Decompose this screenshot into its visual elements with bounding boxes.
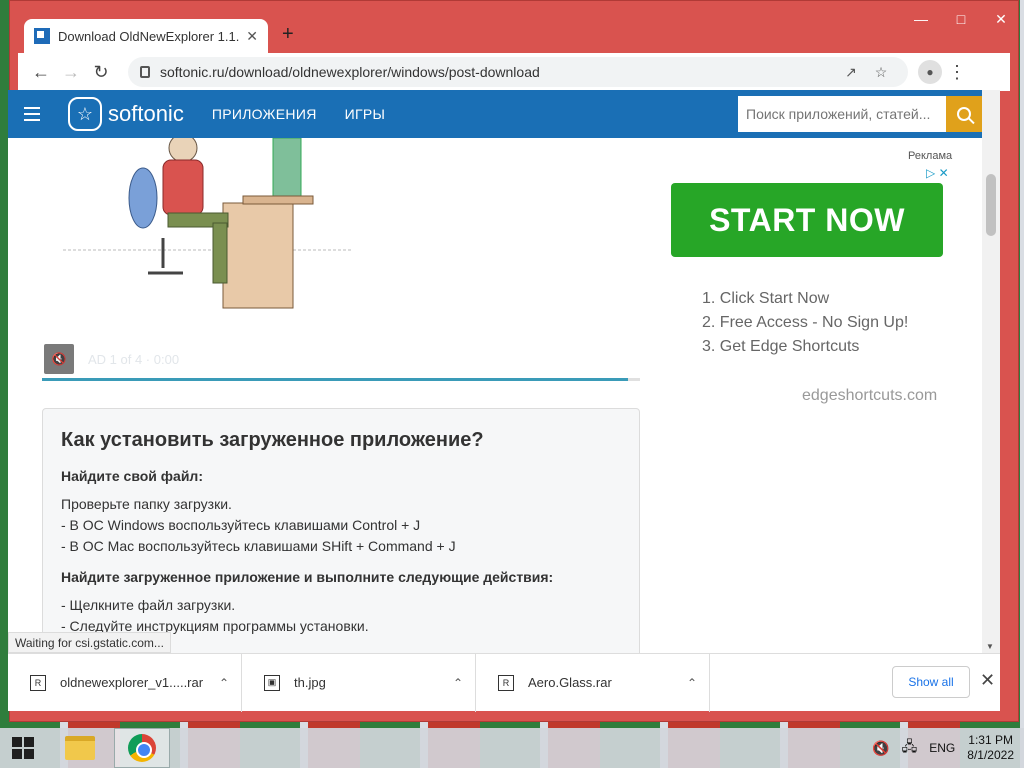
status-bar: Waiting for csi.gstatic.com... (8, 632, 171, 653)
clock-time: 1:31 PM (968, 733, 1013, 747)
share-icon[interactable]: ↗ (836, 64, 866, 81)
folder-icon (65, 736, 95, 760)
section1-line: Проверьте папку загрузки. (61, 496, 232, 512)
reload-button[interactable]: ↻ (86, 62, 116, 83)
adchoices-icon[interactable]: ▷ ✕ (926, 166, 949, 180)
downloads-bar: R oldnewexplorer_v1.....rar ⌃ ▣ th.jpg ⌃… (8, 653, 1000, 712)
section2-line: - Щелкните файл загрузки. (61, 597, 236, 613)
mute-button[interactable]: 🔇 (44, 344, 74, 374)
ad-list-item: 2. Free Access - No Sign Up! (702, 314, 909, 331)
rar-file-icon: R (498, 674, 514, 691)
tab-title: Download OldNewExplorer 1.1.9 (58, 28, 241, 44)
ad-counter-label: AD 1 of 4 · 0:00 (88, 351, 180, 367)
download-filename: th.jpg (294, 675, 326, 690)
hamburger-menu-icon[interactable] (8, 107, 56, 121)
site-header: ☆ softonic ПРИЛОЖЕНИЯ ИГРЫ (8, 90, 982, 138)
logo-text: softonic (108, 101, 184, 126)
download-filename: oldnewexplorer_v1.....rar (60, 675, 204, 690)
system-tray: 🔇 🖧 ENG 1:31 PM 8/1/2022 (872, 728, 1014, 768)
profile-avatar[interactable]: ● (918, 60, 942, 84)
section1-title: Найдите свой файл: (61, 468, 203, 484)
bookmark-star-icon[interactable]: ☆ (866, 64, 896, 81)
scroll-down-arrow-icon[interactable]: ▼ (986, 642, 994, 651)
browser-menu-button[interactable]: ⋮ (942, 62, 972, 83)
address-bar[interactable]: softonic.ru/download/oldnewexplorer/wind… (128, 57, 908, 87)
new-tab-button[interactable]: + (282, 23, 294, 46)
install-instructions-card: Как установить загруженное приложение? Н… (42, 408, 640, 653)
taskbar-chrome[interactable] (114, 728, 170, 768)
ad-progress-bar (42, 378, 640, 381)
ad-progress-fill (42, 378, 629, 381)
network-icon[interactable]: 🖧 (902, 736, 918, 760)
clock-date: 8/1/2022 (967, 748, 1014, 762)
forward-button[interactable]: → (56, 62, 86, 83)
ad-label-reklama: Реклама (908, 150, 953, 162)
clock[interactable]: 1:31 PM 8/1/2022 (967, 733, 1014, 763)
scrollbar-thumb[interactable] (986, 174, 996, 236)
nav-games[interactable]: ИГРЫ (345, 106, 386, 122)
start-button[interactable] (0, 728, 46, 768)
show-all-downloads-button[interactable]: Show all (892, 666, 970, 698)
close-downloads-bar-button[interactable]: ✕ (980, 670, 995, 691)
card-title: Как установить загруженное приложение? (61, 429, 484, 451)
download-item[interactable]: R Aero.Glass.rar ⌃ (476, 653, 710, 712)
chrome-icon (128, 734, 156, 762)
section1-line: - В ОС Windows воспользуйтесь клавишами … (61, 517, 421, 533)
search-icon (957, 107, 971, 121)
ad-feature-list: 1. Click Start Now 2. Free Access - No S… (702, 287, 908, 359)
softonic-favicon-icon (34, 28, 50, 44)
softonic-logo-icon: ☆ (68, 97, 102, 131)
ad-domain-link[interactable]: edgeshortcuts.com (802, 387, 937, 405)
start-now-button[interactable]: START NOW (671, 183, 943, 257)
site-search (738, 96, 982, 132)
chevron-up-icon[interactable]: ⌃ (453, 676, 463, 690)
download-filename: Aero.Glass.rar (528, 675, 612, 690)
softonic-logo[interactable]: ☆ softonic (68, 97, 184, 131)
image-file-icon: ▣ (264, 674, 280, 691)
browser-toolbar: ← → ↻ softonic.ru/download/oldnewexplore… (18, 53, 1010, 91)
ad-list-item: 1. Click Start Now (702, 290, 830, 307)
page-viewport: ☆ softonic ПРИЛОЖЕНИЯ ИГРЫ 🔇 AD 1 of 4 ·… (8, 90, 1000, 653)
taskbar-file-explorer[interactable] (52, 728, 108, 768)
windows-logo-icon (12, 737, 34, 759)
ad-list-item: 3. Get Edge Shortcuts (702, 338, 860, 355)
tab-close-button[interactable]: ✕ (246, 28, 258, 45)
section1-line: - В ОС Mac воспользуйтесь клавишами SHif… (61, 538, 456, 554)
ad-video-controls: 🔇 AD 1 of 4 · 0:00 (44, 344, 179, 374)
url-text[interactable]: softonic.ru/download/oldnewexplorer/wind… (160, 64, 836, 80)
ad-illustration (63, 138, 353, 309)
download-item[interactable]: R oldnewexplorer_v1.....rar ⌃ (8, 653, 242, 712)
tab-active[interactable]: Download OldNewExplorer 1.1.9 ✕ (24, 19, 268, 53)
back-button[interactable]: ← (26, 62, 56, 83)
nav-apps[interactable]: ПРИЛОЖЕНИЯ (212, 106, 317, 122)
taskbar: 🔇 🖧 ENG 1:31 PM 8/1/2022 (0, 728, 1024, 768)
download-item[interactable]: ▣ th.jpg ⌃ (242, 653, 476, 712)
chevron-up-icon[interactable]: ⌃ (219, 676, 229, 690)
site-search-input[interactable] (738, 96, 946, 132)
chevron-up-icon[interactable]: ⌃ (687, 676, 697, 690)
tab-strip: Download OldNewExplorer 1.1.9 ✕ + (18, 17, 1010, 53)
lock-icon (140, 66, 150, 78)
rar-file-icon: R (30, 674, 46, 691)
language-indicator[interactable]: ENG (929, 741, 955, 755)
section2-title: Найдите загруженное приложение и выполни… (61, 569, 554, 585)
volume-muted-icon[interactable]: 🔇 (872, 740, 889, 757)
site-search-button[interactable] (946, 96, 982, 132)
page-scrollbar[interactable]: ▼ (982, 90, 1000, 653)
